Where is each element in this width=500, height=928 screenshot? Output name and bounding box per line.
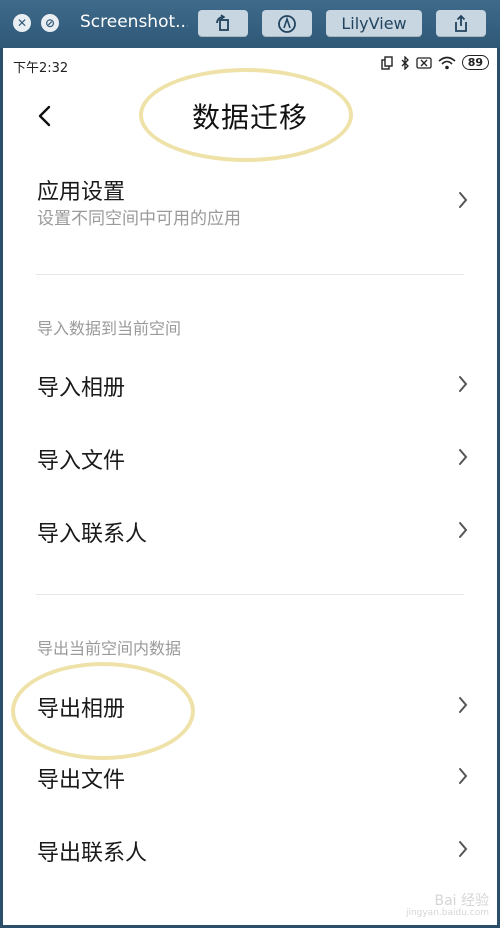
export-files-label: 导出文件 [37,768,126,793]
page-title: 数据迁移 [191,101,308,134]
chevron-right-icon [459,376,468,392]
export-section-heading: 导出当前空间内数据 [37,639,182,658]
no-sim-icon [416,56,432,69]
bluetooth-icon [401,55,409,70]
app-settings-subtitle: 设置不同空间中可用的应用 [37,209,241,229]
export-album-row[interactable]: 导出相册 [3,677,497,733]
app-settings-row[interactable]: 应用设置 设置不同空间中可用的应用 [3,166,497,236]
share-button[interactable] [436,10,486,37]
battery-level: 89 [461,55,489,70]
import-files-row[interactable]: 导入文件 [3,429,497,485]
import-album-row[interactable]: 导入相册 [3,356,497,412]
chevron-right-icon [459,697,468,713]
divider [36,274,464,275]
export-contacts-label: 导出联系人 [37,841,148,866]
baidu-watermark: Bai 经验 jingyan.baidu.com [405,892,489,919]
vibrate-icon [380,55,393,70]
export-album-label: 导出相册 [37,697,126,722]
chevron-right-icon [459,768,468,784]
export-files-row[interactable]: 导出文件 [3,748,497,804]
close-window-icon[interactable]: ✕ [13,14,31,32]
chevron-right-icon [459,522,468,538]
window-title: Screenshot... [80,12,188,32]
import-files-label: 导入文件 [37,449,126,474]
import-contacts-row[interactable]: 导入联系人 [3,502,497,558]
divider [36,594,464,595]
status-time: 下午2:32 [13,61,69,76]
rotate-icon [216,13,229,31]
share-icon [455,14,467,32]
rotate-button[interactable] [198,10,248,37]
app-settings-label: 应用设置 [37,180,126,205]
export-contacts-row[interactable]: 导出联系人 [3,821,497,877]
watermark-main: Bai 经验 [434,892,489,909]
import-contacts-label: 导入联系人 [37,522,148,547]
minimize-window-icon[interactable]: ⊘ [41,14,59,32]
lilyview-toolbar: ✕ ⊘ Screenshot... LilyView [0,0,500,48]
lilyview-button[interactable]: LilyView [326,10,422,37]
status-icons: 89 [380,55,489,70]
pen-circle-icon [278,14,296,33]
chevron-right-icon [459,449,468,465]
chevron-right-icon [459,841,468,857]
import-section-heading: 导入数据到当前空间 [37,319,182,338]
chevron-right-icon [459,192,468,208]
watermark-sub: jingyan.baidu.com [405,908,489,919]
annotate-button[interactable] [262,10,312,37]
import-album-label: 导入相册 [37,376,126,401]
phone-screen: 下午2:32 89 数据迁移 应用设置 设置不同空间中可用的应用 导入数据到当前… [3,48,497,925]
wifi-icon [438,56,456,69]
